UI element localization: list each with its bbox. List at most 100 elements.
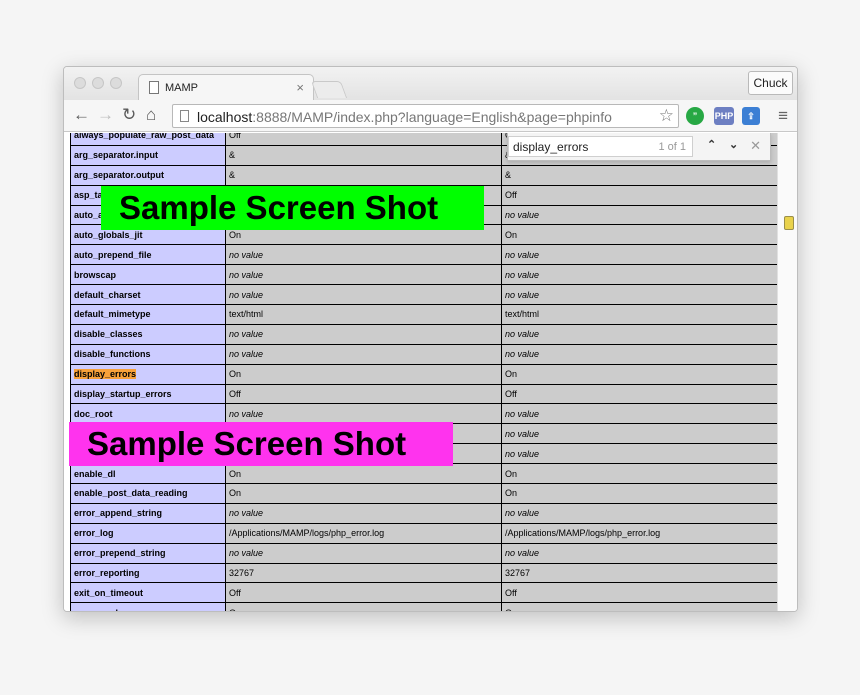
new-tab-button[interactable] xyxy=(310,81,348,98)
directive-cell: arg_separator.output xyxy=(70,164,226,186)
directive-cell: disable_functions xyxy=(70,343,226,365)
table-row: default_mimetype text/html text/html xyxy=(70,304,778,325)
directive-name: error_prepend_string xyxy=(74,548,166,559)
master-value-cell: no value xyxy=(501,264,778,286)
directive-cell: display_errors xyxy=(70,363,226,385)
local-value-cell: Off xyxy=(225,582,502,604)
back-icon[interactable]: ← xyxy=(73,105,90,125)
local-value-cell: On xyxy=(225,483,502,504)
directive-name: auto_globals_jit xyxy=(74,229,143,240)
directive-name: disable_functions xyxy=(74,349,151,360)
master-value-cell: no value xyxy=(501,502,778,524)
master-value-cell: & xyxy=(501,164,778,186)
table-row: arg_separator.output & & xyxy=(70,164,778,186)
master-value-cell: text/html xyxy=(501,304,778,325)
master-value-cell: Off xyxy=(501,582,778,604)
local-value-cell: /Applications/MAMP/logs/php_error.log xyxy=(225,522,502,544)
table-row: browscap no value no value xyxy=(70,264,778,286)
directive-name: enable_post_data_reading xyxy=(74,488,188,499)
local-value-cell: no value xyxy=(225,403,502,425)
master-value-cell: /Applications/MAMP/logs/php_error.log xyxy=(501,522,778,544)
table-row: error_prepend_string no value no value xyxy=(70,542,778,564)
local-value-cell: no value xyxy=(225,343,502,365)
forward-icon[interactable]: → xyxy=(97,105,114,125)
close-window-button[interactable] xyxy=(74,77,86,89)
directive-name: doc_root xyxy=(74,408,113,419)
profile-button[interactable]: Chuck xyxy=(748,71,793,95)
directive-cell: error_log xyxy=(70,522,226,544)
directive-name: error_reporting xyxy=(74,568,140,579)
local-value-cell: no value xyxy=(225,502,502,524)
tab-close-icon[interactable]: × xyxy=(296,80,304,95)
minimize-window-button[interactable] xyxy=(92,77,104,89)
table-row: error_log/Applications/MAMP/logs/php_err… xyxy=(70,522,778,544)
watermark-magenta: Sample Screen Shot xyxy=(69,422,453,466)
master-value-cell: On xyxy=(501,602,778,611)
menu-icon[interactable]: ≡ xyxy=(778,106,788,126)
directive-name: display_startup_errors xyxy=(74,389,172,400)
bookmark-star-icon[interactable]: ☆ xyxy=(659,106,674,126)
local-value-cell: no value xyxy=(225,284,502,306)
master-value-cell: no value xyxy=(501,443,778,465)
master-value-cell: no value xyxy=(501,204,778,226)
table-row: enable_dl On On xyxy=(70,463,778,485)
home-icon[interactable]: ⌂ xyxy=(146,105,156,125)
find-close-icon[interactable]: ✕ xyxy=(750,138,761,154)
master-value-cell: On xyxy=(501,463,778,485)
directive-cell: exit_on_timeout xyxy=(70,582,226,604)
local-value-cell: & xyxy=(225,144,502,166)
find-input[interactable]: display_errors 1 of 1 xyxy=(508,136,693,157)
url-path: :8888/MAMP/index.php?language=English&pa… xyxy=(252,109,612,125)
tab-mamp[interactable]: MAMP × xyxy=(138,74,314,101)
directive-name: enable_dl xyxy=(74,468,116,479)
upload-extension-icon[interactable]: ⇪ xyxy=(742,107,760,125)
directive-name: always_populate_raw_post_data xyxy=(74,133,215,141)
table-row: enable_post_data_reading On On xyxy=(70,483,778,504)
local-value-cell: no value xyxy=(225,244,502,266)
local-value-cell: On xyxy=(225,602,502,611)
master-value-cell: no value xyxy=(501,244,778,266)
reload-icon[interactable]: ↻ xyxy=(122,105,136,125)
hangouts-extension-icon[interactable]: ” xyxy=(686,107,704,125)
address-bar[interactable]: localhost:8888/MAMP/index.php?language=E… xyxy=(172,104,679,128)
find-previous-icon[interactable]: ⌃ xyxy=(707,138,716,151)
local-value-cell: 32767 xyxy=(225,562,502,584)
zoom-window-button[interactable] xyxy=(110,77,122,89)
table-row: disable_classes no value no value xyxy=(70,323,778,345)
directive-name: arg_separator.input xyxy=(74,150,159,161)
directive-cell: expose_php xyxy=(70,602,226,611)
directive-cell: enable_dl xyxy=(70,463,226,485)
directive-name: default_charset xyxy=(74,289,141,300)
url-text: localhost:8888/MAMP/index.php?language=E… xyxy=(197,109,612,125)
local-value-cell: Off xyxy=(225,383,502,405)
master-value-cell: no value xyxy=(501,343,778,365)
table-row: doc_root no value no value xyxy=(70,403,778,425)
tab-title: MAMP xyxy=(165,82,198,94)
master-value-cell: no value xyxy=(501,423,778,445)
directive-name: display_errors xyxy=(74,369,137,380)
master-value-cell: On xyxy=(501,363,778,385)
find-count: 1 of 1 xyxy=(658,141,686,153)
directive-cell: disable_classes xyxy=(70,323,226,345)
find-next-icon[interactable]: ⌄ xyxy=(729,138,738,151)
php-extension-icon[interactable]: PHP xyxy=(714,107,734,125)
directive-name: default_mimetype xyxy=(74,309,151,320)
directive-cell: error_reporting xyxy=(70,562,226,584)
url-host: localhost xyxy=(197,109,253,125)
scrollbar[interactable] xyxy=(777,133,797,611)
directive-name: auto_prepend_file xyxy=(74,249,152,260)
directive-cell: always_populate_raw_post_data xyxy=(70,133,226,146)
directive-name: error_append_string xyxy=(74,508,163,519)
directive-name: expose_php xyxy=(74,608,127,611)
directive-name: arg_separator.output xyxy=(74,170,165,181)
master-value-cell: no value xyxy=(501,542,778,564)
master-value-cell: On xyxy=(501,483,778,504)
table-row: display_errors On On xyxy=(70,363,778,385)
local-value-cell: Off xyxy=(225,133,502,146)
watermark-green: Sample Screen Shot xyxy=(101,186,484,230)
table-row: exit_on_timeout Off Off xyxy=(70,582,778,604)
local-value-cell: On xyxy=(225,463,502,485)
directive-cell: arg_separator.input xyxy=(70,144,226,166)
local-value-cell: no value xyxy=(225,264,502,286)
page-info-icon[interactable] xyxy=(180,110,189,122)
